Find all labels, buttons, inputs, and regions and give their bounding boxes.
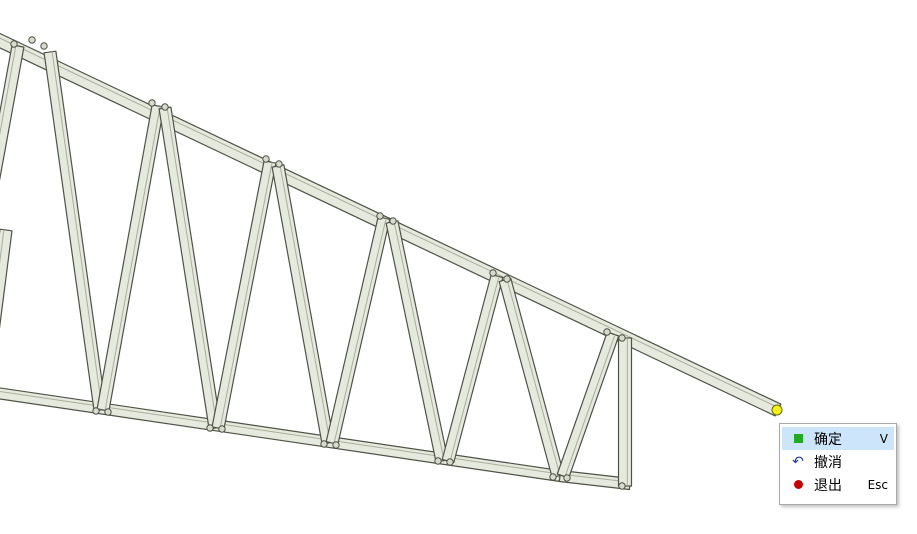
context-menu: 确定 V ↶ 撤消 退出 Esc [779, 423, 897, 505]
web-member [96, 104, 165, 412]
menu-item-confirm[interactable]: 确定 V [782, 427, 894, 450]
bolt-hole [503, 275, 511, 283]
bolt-hole [434, 457, 442, 465]
web-member [271, 164, 335, 445]
web-member [43, 50, 107, 412]
red-dot-icon [790, 480, 806, 489]
menu-item-exit[interactable]: 退出 Esc [782, 473, 894, 496]
menu-item-shortcut: V [879, 431, 888, 446]
menu-item-label: 确定 [814, 431, 842, 448]
bolt-hole [603, 328, 611, 336]
bolt-hole [489, 269, 497, 277]
bolt-hole [262, 155, 270, 163]
web-member [325, 216, 391, 445]
green-square-icon [790, 434, 806, 443]
bolt-hole [104, 408, 112, 416]
menu-item-shortcut: Esc [867, 477, 888, 492]
bolt-hole [389, 217, 397, 225]
bolt-hole [10, 40, 18, 48]
bolt-hole [275, 160, 283, 168]
bolt-hole [320, 440, 328, 448]
bolt-hole [92, 407, 100, 415]
bolt-hole [332, 441, 340, 449]
bolt-hole [206, 424, 214, 432]
bolt-hole [618, 482, 626, 490]
bolt-hole [376, 212, 384, 220]
bolt-hole [618, 334, 626, 342]
menu-item-label: 退出 [814, 477, 842, 494]
undo-icon: ↶ [792, 453, 804, 470]
menu-item-undo[interactable]: ↶ 撤消 [782, 450, 894, 473]
bolt-hole [40, 42, 48, 50]
web-member [158, 106, 222, 430]
bolt-hole [218, 425, 226, 433]
web-member [441, 273, 504, 464]
pick-point [771, 404, 783, 416]
web-member [385, 220, 449, 463]
bolt-hole [28, 36, 36, 44]
web-member [211, 160, 277, 430]
bottom-chord [0, 387, 562, 482]
web-member [556, 331, 620, 479]
menu-item-label: 撤消 [814, 454, 842, 471]
web-member [0, 228, 13, 329]
bolt-hole [148, 99, 156, 107]
bolt-hole [161, 103, 169, 111]
bolt-hole [563, 474, 571, 482]
bolt-hole [549, 473, 557, 481]
end-post [617, 337, 633, 487]
bolt-hole [446, 458, 454, 466]
